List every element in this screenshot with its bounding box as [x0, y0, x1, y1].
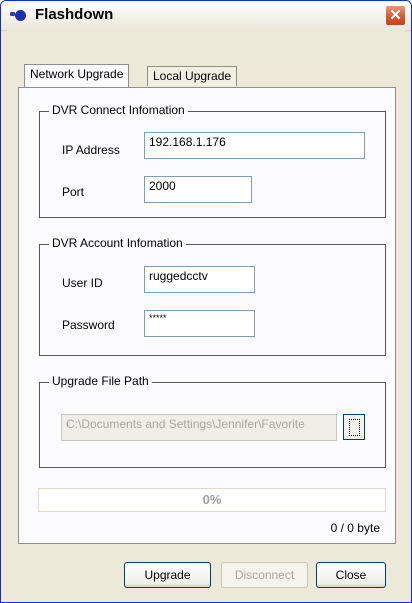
title-bar[interactable]: Flashdown ✕ [1, 1, 411, 31]
port-label: Port [62, 185, 85, 199]
upgrade-progress-bar: 0% [38, 488, 386, 512]
app-icon [10, 10, 28, 22]
disconnect-button: Disconnect [221, 562, 308, 588]
upgrade-file-path-input: C:\Documents and Settings\Jennifer\Favor… [61, 414, 337, 441]
close-button[interactable]: Close [316, 562, 386, 588]
user-id-input[interactable]: ruggedcctv [144, 266, 255, 293]
ip-address-label: IP Address [62, 143, 120, 157]
bytes-transferred-label: 0 / 0 byte [330, 521, 380, 535]
port-input[interactable]: 2000 [144, 176, 252, 203]
dvr-account-group-title: DVR Account Infomation [49, 236, 186, 250]
password-input[interactable]: ***** [144, 310, 255, 337]
browse-icon [349, 419, 360, 436]
upgrade-button[interactable]: Upgrade [124, 562, 211, 588]
tab-local-upgrade[interactable]: Local Upgrade [147, 66, 238, 86]
tab-network-upgrade[interactable]: Network Upgrade [24, 64, 130, 87]
window-title: Flashdown [35, 6, 114, 23]
ip-address-input[interactable]: 192.168.1.176 [144, 132, 365, 159]
dvr-account-group: DVR Account Infomation [39, 236, 386, 356]
upgrade-file-path-group-title: Upgrade File Path [49, 374, 152, 388]
browse-button[interactable] [343, 414, 365, 440]
close-icon[interactable]: ✕ [385, 5, 406, 26]
user-id-label: User ID [62, 276, 103, 290]
dvr-connect-group-title: DVR Connect Infomation [49, 103, 188, 117]
password-label: Password [62, 318, 115, 332]
